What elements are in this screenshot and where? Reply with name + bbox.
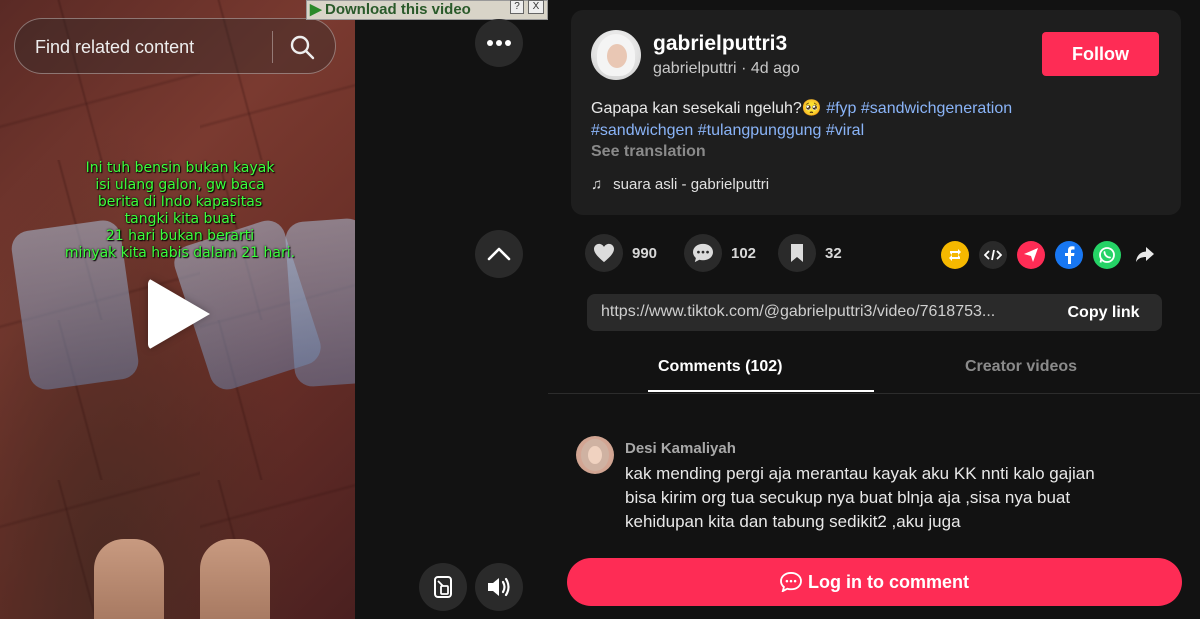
send-icon	[1024, 248, 1038, 262]
like-count: 990	[632, 244, 658, 262]
tiktok-video-page: Ini tuh bensin bukan kayak isi ulang galo…	[0, 0, 1200, 619]
hashtag[interactable]: #sandwichgeneration	[861, 100, 1012, 117]
author-avatar[interactable]	[591, 30, 641, 80]
foot	[94, 539, 164, 619]
login-to-comment-button[interactable]: Log in to comment	[567, 558, 1182, 606]
comment-action[interactable]: 102	[684, 234, 756, 272]
commenter-name[interactable]: Desi Kamaliyah	[625, 440, 736, 457]
download-close-button[interactable]: X	[528, 0, 544, 14]
comment-bubble-icon	[780, 572, 802, 592]
more-icon	[487, 40, 511, 46]
search-divider	[272, 31, 273, 63]
comment-count: 102	[731, 244, 757, 262]
video-info-card: gabrielputtri3 gabrielputtri · 4d ago Fo…	[571, 10, 1181, 215]
comment-button[interactable]	[684, 234, 722, 272]
download-label: Download this video	[325, 1, 471, 18]
previous-video-button[interactable]	[475, 230, 523, 278]
find-related-search[interactable]: Find related content	[14, 18, 336, 74]
play-small-icon: ▶	[310, 1, 322, 18]
commenter-avatar[interactable]	[576, 436, 614, 474]
floating-player-icon	[434, 576, 452, 598]
like-action[interactable]: 990	[585, 234, 657, 272]
music-label: suara asli - gabrielputtri	[613, 176, 770, 193]
copy-link-button[interactable]: Copy link	[1045, 294, 1162, 331]
embed-button[interactable]	[979, 241, 1007, 269]
send-to-friends-button[interactable]	[1017, 241, 1045, 269]
whatsapp-share-button[interactable]	[1093, 241, 1121, 269]
comment-text: kak mending pergi aja merantau kayak aku…	[625, 464, 1095, 531]
foot	[200, 539, 270, 619]
search-placeholder: Find related content	[35, 37, 195, 57]
author-handle[interactable]: gabrielputtri	[653, 60, 737, 77]
play-icon[interactable]	[148, 278, 210, 350]
like-button[interactable]	[585, 234, 623, 272]
volume-button[interactable]	[475, 563, 523, 611]
more-share-button[interactable]	[1131, 241, 1159, 269]
video-link-text[interactable]: https://www.tiktok.com/@gabrielputtri3/v…	[601, 303, 1041, 321]
download-help-button[interactable]: ?	[510, 0, 524, 14]
avatar-face	[607, 44, 627, 68]
see-translation-link[interactable]: See translation	[591, 143, 706, 161]
follow-button[interactable]: Follow	[1042, 32, 1159, 76]
repost-button[interactable]	[941, 241, 969, 269]
facebook-icon	[1065, 246, 1075, 264]
repost-icon	[949, 249, 961, 261]
hashtag[interactable]: #fyp	[826, 100, 856, 117]
login-bar: Log in to comment	[548, 537, 1200, 619]
subline-separator: ·	[741, 60, 747, 77]
hashtag[interactable]: #viral	[826, 122, 864, 139]
overlay-text-content: Ini tuh bensin bukan kayak isi ulang galo…	[64, 160, 296, 261]
login-label: Log in to comment	[808, 571, 969, 592]
video-player[interactable]: Ini tuh bensin bukan kayak isi ulang galo…	[0, 0, 355, 619]
floating-player-button[interactable]	[419, 563, 467, 611]
author-username[interactable]: gabrielputtri3	[653, 32, 787, 56]
tab-creator-videos[interactable]: Creator videos	[965, 358, 1077, 376]
more-options-button[interactable]	[475, 19, 523, 67]
comments-tabs: Comments (102) Creator videos	[548, 350, 1200, 394]
save-action[interactable]: 32	[778, 234, 842, 272]
active-tab-indicator	[648, 390, 874, 392]
tab-comments[interactable]: Comments (102)	[658, 358, 782, 376]
chevron-up-icon	[487, 247, 511, 261]
video-caption: Gapapa kan sesekali ngeluh?🥺 #fyp #sandw…	[591, 98, 1171, 142]
volume-icon	[488, 577, 510, 597]
post-time: 4d ago	[750, 60, 800, 77]
share-arrow-icon	[1136, 247, 1154, 262]
save-count: 32	[825, 244, 842, 262]
comment-bubble-icon	[693, 243, 713, 263]
video-overlay-text: Ini tuh bensin bukan kayak isi ulang galo…	[40, 160, 320, 262]
hashtag[interactable]: #sandwichgen	[591, 122, 693, 139]
whatsapp-icon	[1099, 247, 1115, 263]
right-panel: gabrielputtri3 gabrielputtri · 4d ago Fo…	[548, 0, 1200, 619]
avatar-face	[588, 446, 602, 464]
facebook-share-button[interactable]	[1055, 241, 1083, 269]
search-icon[interactable]	[289, 34, 315, 60]
author-subline: gabrielputtri · 4d ago	[653, 60, 800, 78]
bookmark-icon	[791, 244, 803, 262]
embed-icon	[984, 249, 1002, 261]
hashtag[interactable]: #tulangpunggung	[698, 122, 822, 139]
music-link[interactable]: ♫ suara asli - gabrielputtri	[591, 176, 769, 193]
caption-text: Gapapa kan sesekali ngeluh?🥺	[591, 100, 822, 117]
video-link-box: https://www.tiktok.com/@gabrielputtri3/v…	[587, 294, 1162, 331]
heart-icon	[594, 243, 614, 263]
music-note-icon: ♫	[591, 176, 603, 193]
save-button[interactable]	[778, 234, 816, 272]
